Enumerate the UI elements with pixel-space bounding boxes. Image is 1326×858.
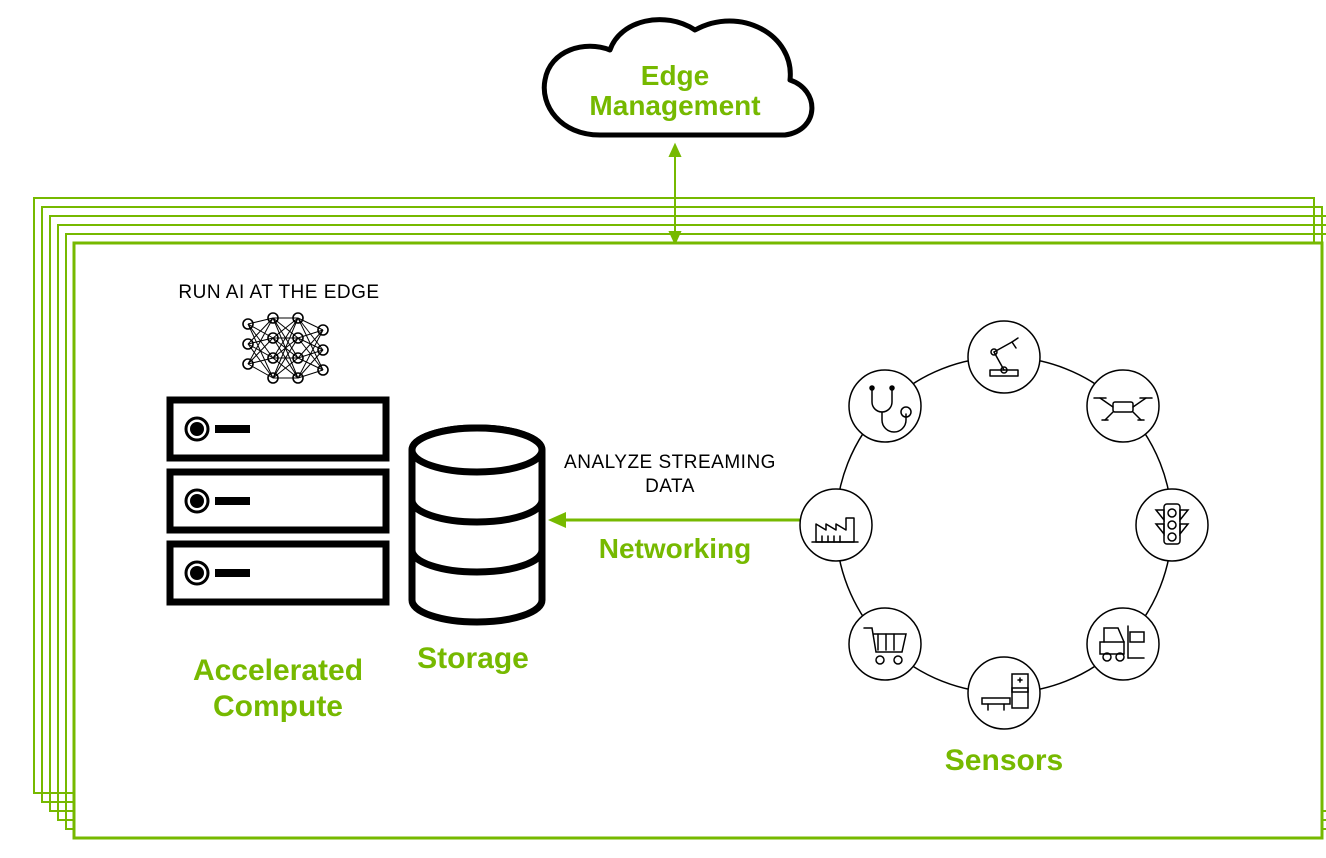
networking-label: Networking	[599, 533, 751, 564]
sensors-label: Sensors	[945, 744, 1063, 777]
analyze-label-line2: DATA	[645, 476, 695, 497]
robot-arm-icon	[968, 321, 1040, 393]
shopping-cart-icon	[849, 608, 921, 680]
drone-icon	[1087, 370, 1159, 442]
analyze-label-line1: ANALYZE STREAMING	[564, 452, 776, 473]
medical-scanner-icon	[968, 657, 1040, 729]
cloud-label-line2: Management	[589, 90, 760, 121]
forklift-icon	[1087, 608, 1159, 680]
storage-cylinder-icon	[412, 428, 542, 622]
cloud-connector-arrow	[670, 145, 680, 243]
server-rack-icon	[170, 400, 386, 602]
compute-label-line2: Compute	[213, 690, 343, 723]
factory-icon	[800, 489, 872, 561]
stethoscope-icon	[849, 370, 921, 442]
compute-label-line1: Accelerated	[193, 654, 363, 687]
run-ai-label: RUN AI AT THE EDGE	[178, 282, 379, 303]
cloud-label-line1: Edge	[641, 60, 709, 91]
traffic-light-icon	[1136, 489, 1208, 561]
storage-label: Storage	[417, 642, 529, 675]
